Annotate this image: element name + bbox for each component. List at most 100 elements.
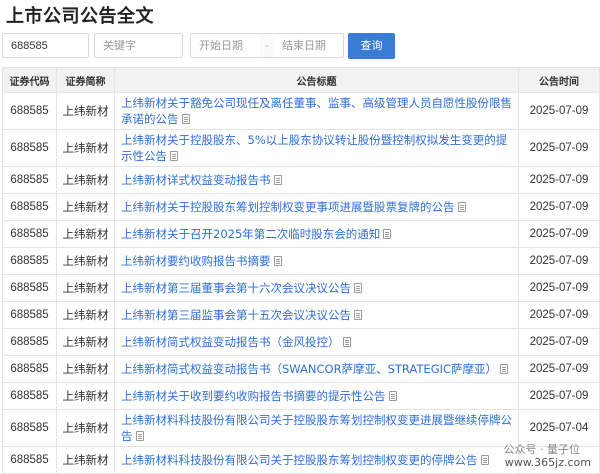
table-row: 688585 上纬新材 上纬新材关于收到要约收购报告书摘要的提示性公告 2025-07… (2, 382, 600, 410)
document-icon[interactable] (480, 455, 489, 465)
stock-name: 上纬新材 (56, 446, 115, 474)
document-icon[interactable] (354, 310, 362, 320)
document-icon[interactable] (342, 337, 351, 347)
announcement-title-link[interactable]: 上纬新材第三届监事会第十五次会议决议公告 (121, 308, 351, 322)
stock-code: 688585 (2, 166, 57, 194)
announcement-title-link[interactable]: 上纬新材详式权益变动报告书 (121, 173, 271, 187)
stock-code: 688585 (2, 247, 57, 275)
table-row: 688585 上纬新材 上纬新材第三届董事会第十六次会议决议公告 2025-07-09 (2, 274, 600, 302)
announcement-time: 2025-07-09 (518, 92, 600, 130)
stock-code: 688585 (2, 301, 57, 329)
announcement-time: 2025-07-09 (518, 166, 600, 194)
stock-code: 688585 (2, 193, 57, 221)
document-icon[interactable] (135, 431, 144, 441)
announcement-title-cell: 上纬新材要约收购报告书摘要 (114, 247, 519, 275)
announcement-title-cell: 上纬新材关于召开2025年第二次临时股东会的通知 (114, 220, 519, 248)
stock-name: 上纬新材 (56, 247, 115, 275)
stock-code: 688585 (2, 409, 57, 447)
document-icon[interactable] (457, 202, 466, 212)
table-row: 688585 上纬新材 上纬新材要约收购报告书摘要 2025-07-09 (2, 247, 600, 275)
announcement-title-link[interactable]: 上纬新材关于控股股东筹划控制权变更事项进展暨股票复牌的公告 (121, 200, 455, 214)
announcement-title-cell: 上纬新材关于豁免公司现任及离任董事、监事、高级管理人员自愿性股份限售承诺的公告 (114, 92, 519, 130)
announcement-title-cell: 上纬新材料科技股份有限公司关于控股股东筹划控制权变更进展暨继续停牌公告 (114, 409, 519, 447)
announcement-title-link[interactable]: 上纬新材要约收购报告书摘要 (121, 254, 271, 268)
document-icon[interactable] (388, 391, 397, 401)
table-row: 688585 上纬新材 上纬新材简式权益变动报告书（金风投控） 2025-07-09 (2, 328, 600, 356)
document-icon[interactable] (354, 283, 362, 293)
announcement-title-link[interactable]: 上纬新材简式权益变动报告书（金风投控） (121, 335, 340, 349)
announcement-title-cell: 上纬新材详式权益变动报告书 (114, 166, 519, 194)
keyword-input[interactable]: 关键字 (94, 33, 183, 58)
page-title: 上市公司公告全文 (6, 6, 154, 27)
table-row: 688585 上纬新材 上纬新材关于控股股东、5%以上股东协议转让股份暨控制权拟发生… (2, 129, 600, 167)
stock-name: 上纬新材 (56, 382, 115, 410)
stock-name: 上纬新材 (56, 301, 115, 329)
stock-name: 上纬新材 (56, 92, 115, 130)
announcement-time: 2025-07-09 (518, 274, 600, 302)
announcement-title-cell: 上纬新材第三届监事会第十五次会议决议公告 (114, 301, 519, 329)
stock-code: 688585 (2, 446, 57, 474)
document-icon[interactable] (383, 229, 392, 239)
stock-code: 688585 (2, 355, 57, 383)
stock-name: 上纬新材 (56, 193, 115, 221)
announcement-time: 2025-07-09 (518, 129, 600, 167)
announcement-title-link[interactable]: 上纬新材关于豁免公司现任及离任董事、监事、高级管理人员自愿性股份限售承诺的公告 (121, 96, 512, 126)
announcement-title-cell: 上纬新材第三届董事会第十六次会议决议公告 (114, 274, 519, 302)
document-icon[interactable] (170, 151, 178, 161)
stock-code: 688585 (2, 129, 57, 167)
announcement-title-cell: 上纬新材关于控股股东筹划控制权变更事项进展暨股票复牌的公告 (114, 193, 519, 221)
announcement-time: 2025-07-09 (518, 247, 600, 275)
announcement-table: 证券代码 证券简称 公告标题 公告时间 688585 上纬新材 上纬新材关于豁免公司… (2, 67, 600, 474)
table-row: 688585 上纬新材 上纬新材第三届监事会第十五次会议决议公告 2025-07-09 (2, 301, 600, 329)
announcement-time: 2025-07-09 (518, 355, 600, 383)
query-button[interactable]: 查询 (348, 33, 395, 59)
end-date-input[interactable]: 结束日期 (274, 33, 344, 58)
announcement-title-link[interactable]: 上纬新材第三届董事会第十六次会议决议公告 (121, 281, 351, 295)
stock-code: 688585 (2, 328, 57, 356)
document-icon[interactable] (181, 114, 190, 124)
stock-name: 上纬新材 (56, 355, 115, 383)
stock-code-input[interactable]: 688585 (2, 33, 89, 58)
announcement-time: 2025-07-09 (518, 328, 600, 356)
stock-name: 上纬新材 (56, 166, 115, 194)
start-date-input[interactable]: 开始日期 (190, 33, 260, 58)
announcement-time: 2025-07-09 (518, 193, 600, 221)
document-icon[interactable] (273, 256, 282, 266)
document-icon[interactable] (500, 364, 509, 374)
stock-code: 688585 (2, 220, 57, 248)
table-row: 688585 上纬新材 上纬新材详式权益变动报告书 2025-07-09 (2, 166, 600, 194)
announcement-time: 2025-07-09 (518, 301, 600, 329)
stock-name: 上纬新材 (56, 274, 115, 302)
announcement-time: 2025-07-09 (518, 382, 600, 410)
announcement-title-cell: 上纬新材关于收到要约收购报告书摘要的提示性公告 (114, 382, 519, 410)
table-row: 688585 上纬新材 上纬新材简式权益变动报告书（SWANCOR萨摩亚、STRAT… (2, 355, 600, 383)
announcement-title-link[interactable]: 上纬新材料科技股份有限公司关于控股股东筹划控制权变更的停牌公告 (121, 453, 478, 467)
table-row: 688585 上纬新材 上纬新材关于豁免公司现任及离任董事、监事、高级管理人员自愿性… (2, 92, 600, 130)
announcement-title-link[interactable]: 上纬新材关于控股股东、5%以上股东协议转让股份暨控制权拟发生变更的提示性公告 (121, 133, 507, 163)
stock-code: 688585 (2, 274, 57, 302)
announcement-time: 2025-07-09 (518, 220, 600, 248)
header-time: 公告时间 (518, 67, 600, 93)
table-row: 688585 上纬新材 上纬新材关于召开2025年第二次临时股东会的通知 2025-0… (2, 220, 600, 248)
document-icon[interactable] (273, 175, 282, 185)
stock-code: 688585 (2, 382, 57, 410)
stock-code: 688585 (2, 92, 57, 130)
announcement-title-cell: 上纬新材料科技股份有限公司关于控股股东筹划控制权变更的停牌公告 (114, 446, 519, 474)
announcement-title-link[interactable]: 上纬新材料科技股份有限公司关于控股股东筹划控制权变更进展暨继续停牌公告 (121, 413, 512, 443)
header-code: 证券代码 (2, 67, 57, 93)
stock-name: 上纬新材 (56, 220, 115, 248)
announcement-title-cell: 上纬新材简式权益变动报告书（金风投控） (114, 328, 519, 356)
stock-name: 上纬新材 (56, 409, 115, 447)
watermark-site: www.365jz.com (501, 455, 594, 470)
announcement-title-link[interactable]: 上纬新材关于收到要约收购报告书摘要的提示性公告 (121, 389, 386, 403)
announcement-title-cell: 上纬新材简式权益变动报告书（SWANCOR萨摩亚、STRATEGIC萨摩亚） (114, 355, 519, 383)
stock-name: 上纬新材 (56, 328, 115, 356)
header-title: 公告标题 (114, 67, 519, 93)
announcement-title-cell: 上纬新材关于控股股东、5%以上股东协议转让股份暨控制权拟发生变更的提示性公告 (114, 129, 519, 167)
announcement-title-link[interactable]: 上纬新材关于召开2025年第二次临时股东会的通知 (121, 227, 380, 241)
header-name: 证券简称 (56, 67, 115, 93)
date-separator: - (260, 33, 274, 58)
announcement-title-link[interactable]: 上纬新材简式权益变动报告书（SWANCOR萨摩亚、STRATEGIC萨摩亚） (121, 362, 497, 376)
table-row: 688585 上纬新材 上纬新材关于控股股东筹划控制权变更事项进展暨股票复牌的公告 2… (2, 193, 600, 221)
stock-name: 上纬新材 (56, 129, 115, 167)
